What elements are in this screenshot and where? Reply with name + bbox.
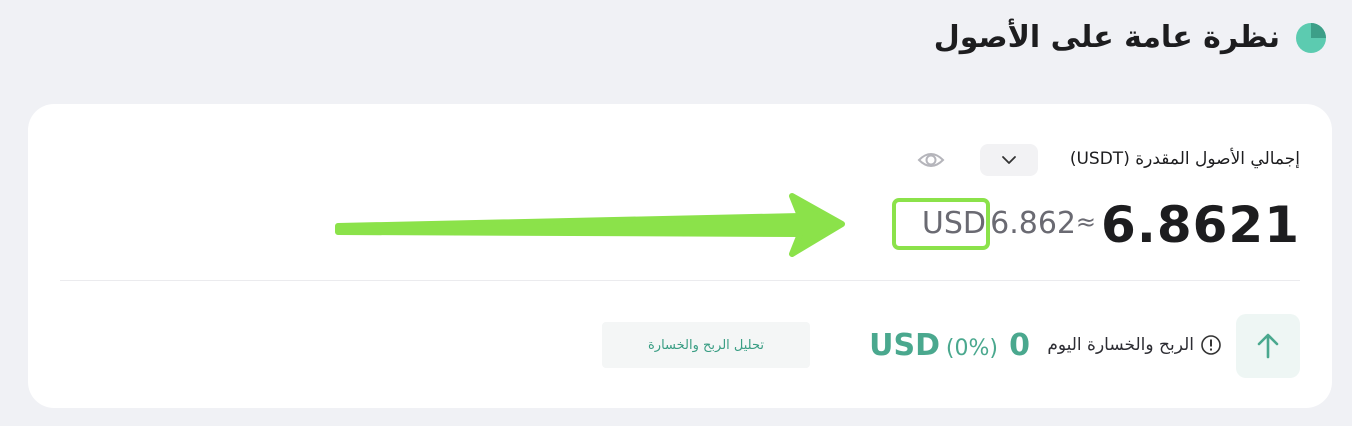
annotation-arrow [335,193,845,257]
